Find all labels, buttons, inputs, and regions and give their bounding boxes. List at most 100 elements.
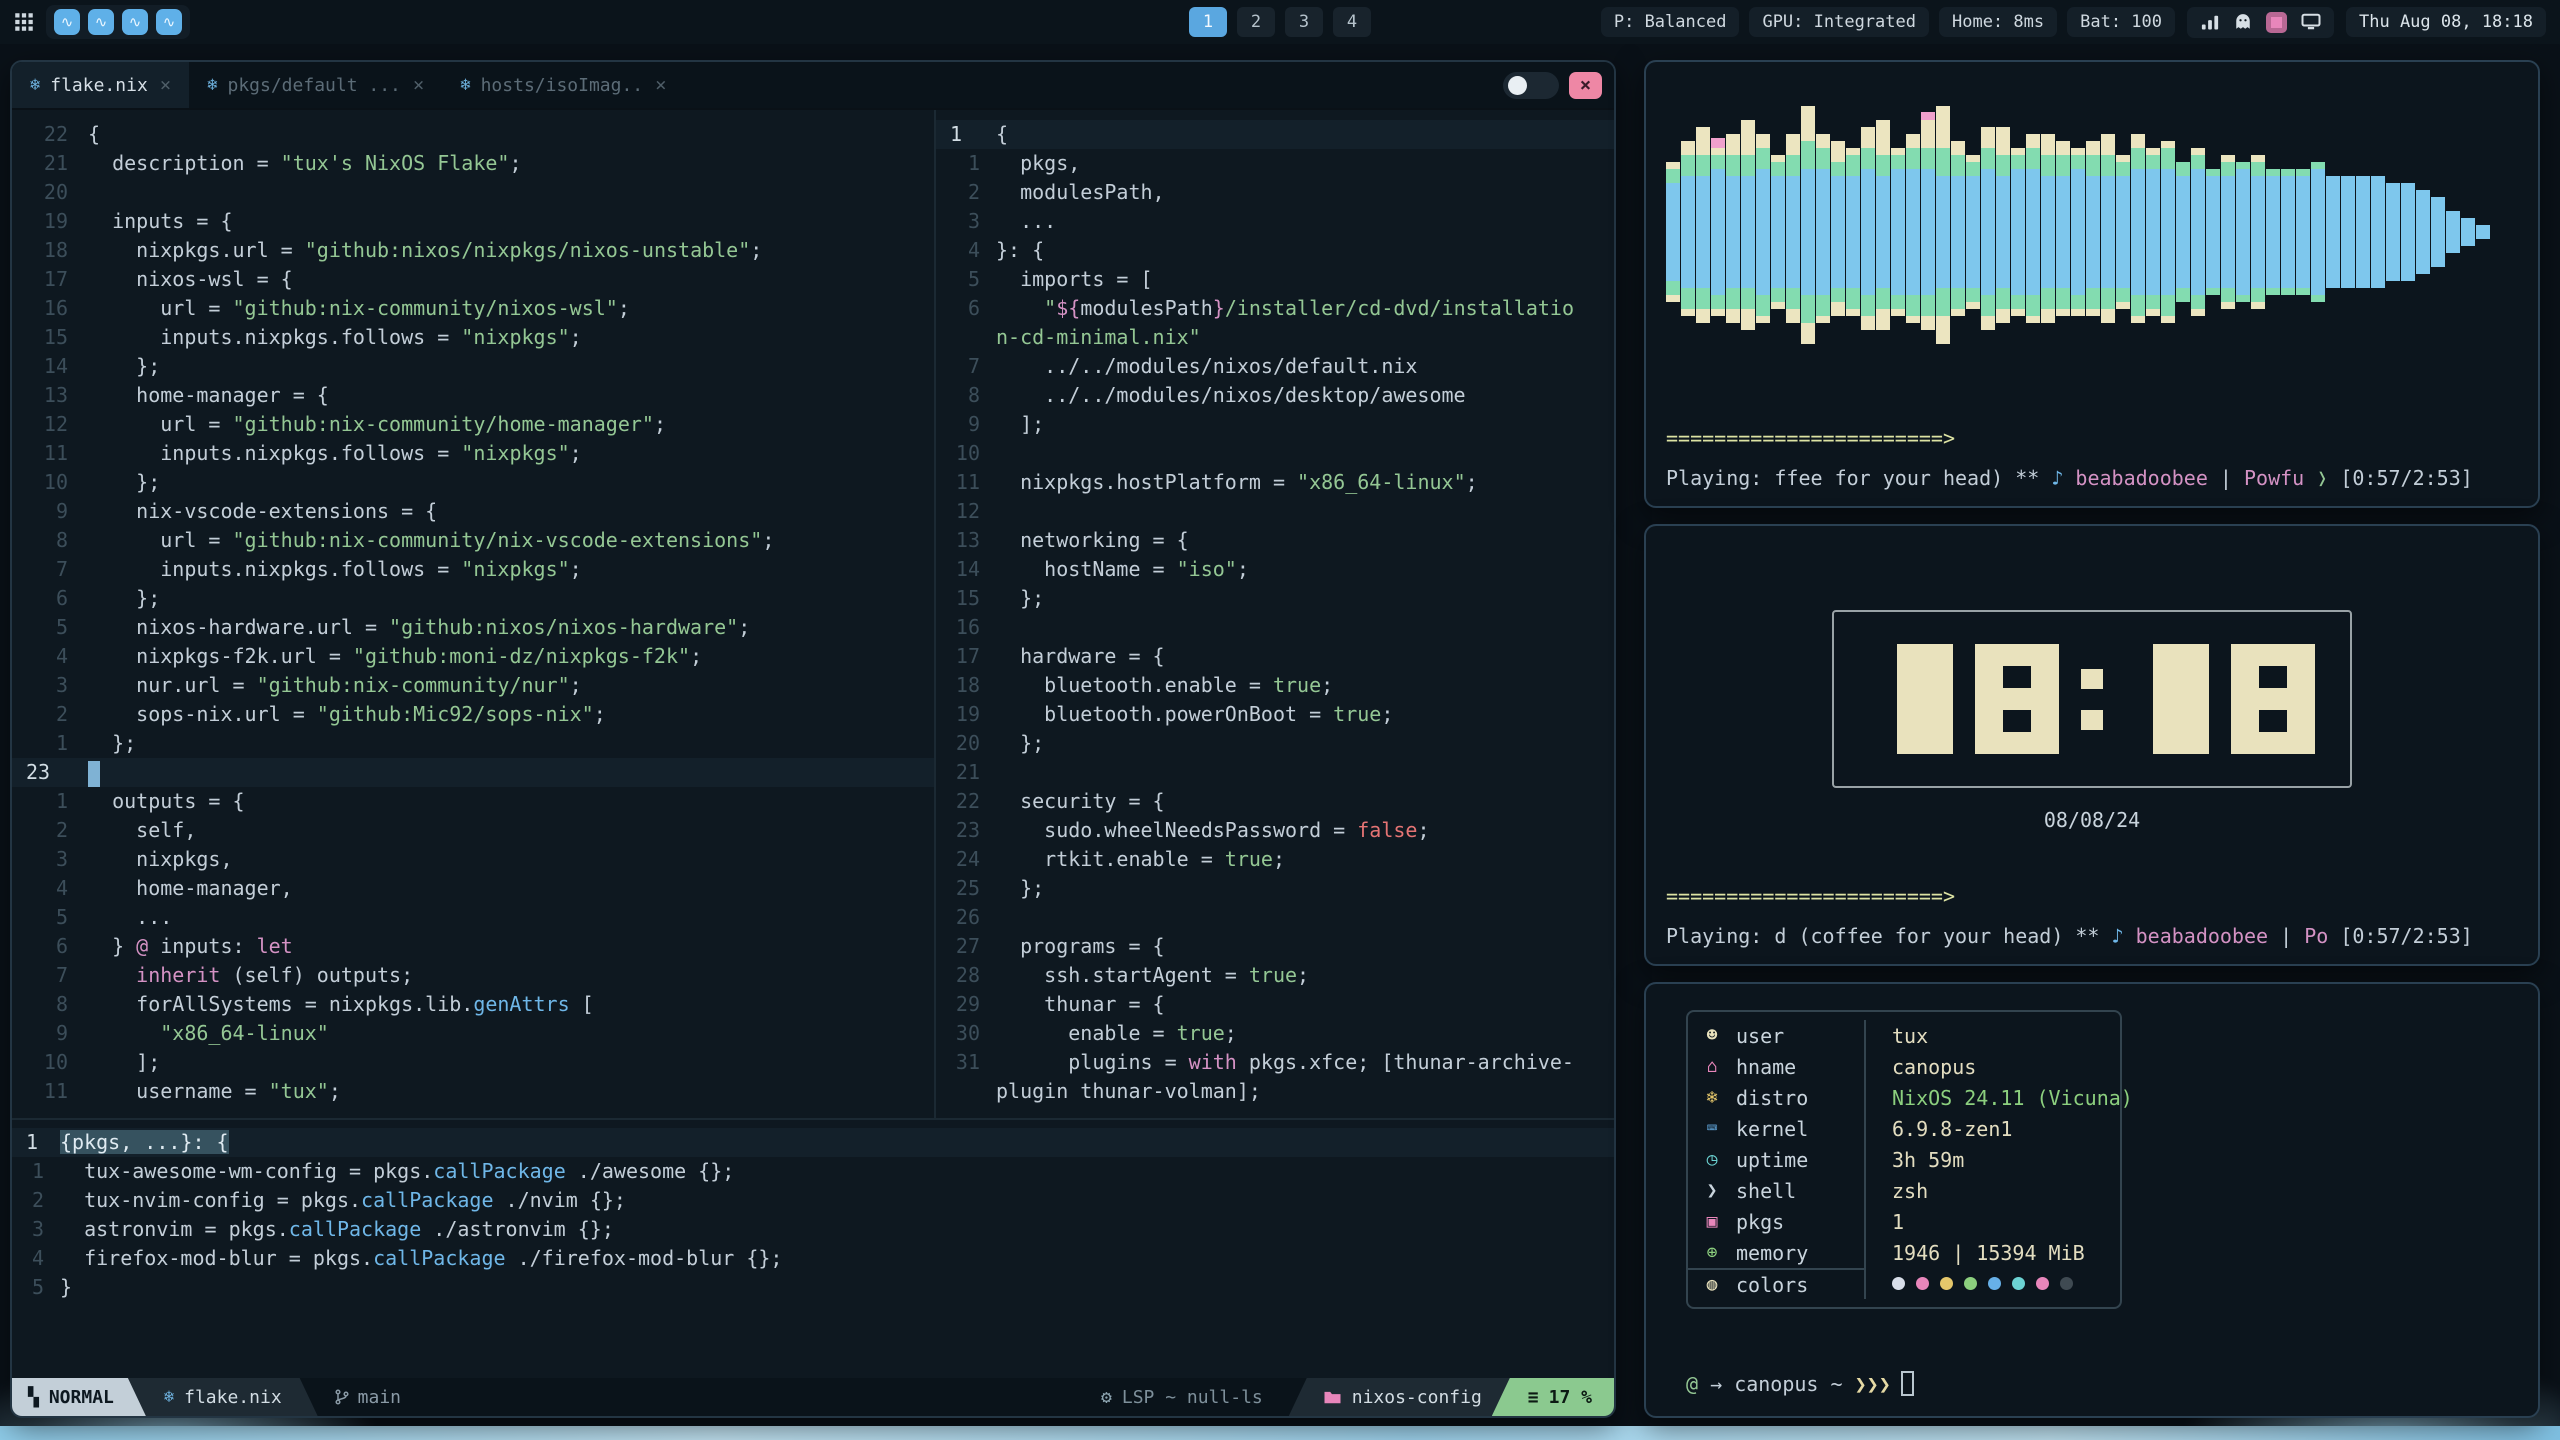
code-pane-right[interactable]: 1{1 pkgs,2 modulesPath,3 ...4}: {5 impor… [934, 110, 1614, 1118]
wifi-icon[interactable] [2200, 13, 2220, 31]
palette-icon[interactable] [2266, 12, 2287, 33]
clock-date: 08/08/24 [1646, 808, 2538, 832]
fetch-value: 3h 59m [1866, 1148, 1964, 1172]
view-toggle[interactable] [1503, 72, 1559, 99]
fetch-row: ⊕memory1946 | 15394 MiB [1688, 1237, 2120, 1268]
clock-digit [1975, 644, 2059, 754]
app-launcher-icon[interactable] [14, 12, 34, 32]
fetch-label: shell [1736, 1179, 1796, 1203]
fetch-value: NixOS 24.11 (Vicuna) [1866, 1086, 2133, 1110]
tab-close-icon[interactable]: × [413, 74, 424, 96]
workspace-2[interactable]: 2 [1237, 7, 1275, 37]
code-line: 4 nixpkgs-f2k.url = "github:moni-dz/nixp… [12, 642, 934, 671]
statusline: ▚ NORMAL ❄ flake.nix main ⚙ LSP ~ null-l… [12, 1378, 1614, 1416]
code-line: 19 bluetooth.powerOnBoot = true; [936, 700, 1614, 729]
fetch-rows: ☻usertux⌂hnamecanopus❄distroNixOS 24.11 … [1688, 1020, 2120, 1268]
user-icon: ☻ [1688, 1025, 1736, 1046]
tab-close-icon[interactable]: × [655, 74, 666, 96]
code-line: 22 security = { [936, 787, 1614, 816]
ghost-icon[interactable] [2234, 13, 2252, 31]
branch-icon [334, 1388, 350, 1406]
code-line: 21 [936, 758, 1614, 787]
window-close-button[interactable]: × [1569, 72, 1602, 99]
lsp-label: LSP ~ null-ls [1122, 1387, 1263, 1408]
scroll-progress: ≡ 17 % [1492, 1378, 1614, 1416]
code-line: 2 modulesPath, [936, 178, 1614, 207]
code-line: 10 ]; [12, 1048, 934, 1077]
color-swatch [2060, 1277, 2073, 1290]
code-line: 20 }; [936, 729, 1614, 758]
code-line: 22{ [12, 120, 934, 149]
fetch-value: 1946 | 15394 MiB [1866, 1241, 2085, 1265]
code-line: 2 tux-nvim-config = pkgs.callPackage ./n… [12, 1186, 1614, 1215]
colors-icon: ◍ [1688, 1274, 1736, 1295]
code-line: 26 [936, 903, 1614, 932]
nix-icon: ❄ [207, 75, 217, 95]
code-line: 2 self, [12, 816, 934, 845]
lsp-status: ⚙ LSP ~ null-ls [1075, 1378, 1289, 1416]
code-line: 30 enable = true; [936, 1019, 1614, 1048]
tab-close-icon[interactable]: × [160, 74, 171, 96]
code-line: 1 }; [12, 729, 934, 758]
tray [2187, 7, 2334, 38]
workspace-list: 1234 [1189, 0, 1371, 44]
code-line: 1 outputs = { [12, 787, 934, 816]
fetch-label: distro [1736, 1086, 1808, 1110]
toggle-knob [1508, 76, 1527, 95]
player-separator: =======================> [1666, 884, 1955, 908]
fetch-row: ⌨kernel6.9.8-zen1 [1688, 1113, 2120, 1144]
code-line: 8 forAllSystems = nixpkgs.lib.genAttrs [ [12, 990, 934, 1019]
code-line: 12 [936, 497, 1614, 526]
code-line: 3 astronvim = pkgs.callPackage ./astronv… [12, 1215, 1614, 1244]
fetch-row: ▣pkgs1 [1688, 1206, 2120, 1237]
tabline: ❄flake.nix×❄pkgs/default ...×❄hosts/isoI… [12, 62, 1614, 110]
code-line: 28 ssh.startAgent = true; [936, 961, 1614, 990]
visualizer-window: =======================> Playing: ffee f… [1644, 60, 2540, 508]
code-line: 7 ../../modules/nixos/default.nix [936, 352, 1614, 381]
code-pane-bottom[interactable]: 1{pkgs, ...}: {1 tux-awesome-wm-config =… [12, 1118, 1614, 1378]
code-line: 6 } @ inputs: let [12, 932, 934, 961]
progress-label: 17 % [1549, 1387, 1592, 1408]
tab-flake-nix[interactable]: ❄flake.nix× [12, 62, 189, 108]
workspace-4[interactable]: 4 [1333, 7, 1371, 37]
code-line: 8 url = "github:nix-community/nix-vscode… [12, 526, 934, 555]
code-pane-left[interactable]: 22{21 description = "tux's NixOS Flake";… [12, 110, 934, 1118]
code-line: 3 nur.url = "github:nix-community/nur"; [12, 671, 934, 700]
shell-prompt[interactable]: @ → canopus ~ ❯❯❯ [1686, 1371, 1914, 1396]
app-icon-2[interactable]: ∿ [88, 9, 114, 35]
editor-window: ❄flake.nix×❄pkgs/default ...×❄hosts/isoI… [10, 60, 1616, 1418]
fetch-colors-row: ◍ colors [1688, 1268, 2120, 1299]
prompt-segments: @ → canopus ~ ❯❯❯ [1686, 1372, 1891, 1396]
tab-pkgs-default-[interactable]: ❄ pkgs/default ... × [189, 62, 442, 108]
project-name[interactable]: nixos-config [1289, 1378, 1510, 1416]
workspace-3[interactable]: 3 [1285, 7, 1323, 37]
system-info-box: ☻usertux⌂hnamecanopus❄distroNixOS 24.11 … [1686, 1010, 2122, 1309]
status-item: P: Balanced [1601, 7, 1740, 37]
code-line: 11 username = "tux"; [12, 1077, 934, 1106]
app-icon-3[interactable]: ∿ [122, 9, 148, 35]
code-line: 9 "x86_64-linux" [12, 1019, 934, 1048]
fetch-label: memory [1736, 1241, 1808, 1265]
git-branch[interactable]: main [324, 1378, 411, 1416]
status-item: Home: 8ms [1939, 7, 2057, 37]
clock[interactable]: Thu Aug 08, 18:18 [2346, 7, 2546, 37]
color-swatch [1964, 1277, 1977, 1290]
code-line: 4 firefox-mod-blur = pkgs.callPackage ./… [12, 1244, 1614, 1273]
statusline-file[interactable]: ❄ flake.nix [128, 1378, 318, 1416]
display-icon[interactable] [2301, 13, 2321, 31]
clock-digit [2125, 644, 2209, 754]
editor-cursor [88, 761, 100, 787]
app-icon-1[interactable]: ∿ [54, 9, 80, 35]
app-icon-4[interactable]: ∿ [156, 9, 182, 35]
code-line: 15 }; [936, 584, 1614, 613]
workspace-1[interactable]: 1 [1189, 7, 1227, 37]
fetch-value: zsh [1866, 1179, 1928, 1203]
code-line: 7 inputs.nixpkgs.follows = "nixpkgs"; [12, 555, 934, 584]
gear-icon: ⚙ [1101, 1387, 1112, 1408]
terminal-cursor [1901, 1371, 1914, 1396]
tab-label: pkgs/default ... [228, 75, 401, 96]
status-item: GPU: Integrated [1749, 7, 1929, 37]
tab-hosts-isoimag-[interactable]: ❄hosts/isoImag..× [442, 62, 684, 108]
code-line: 1 tux-awesome-wm-config = pkgs.callPacka… [12, 1157, 1614, 1186]
code-line: 25 }; [936, 874, 1614, 903]
